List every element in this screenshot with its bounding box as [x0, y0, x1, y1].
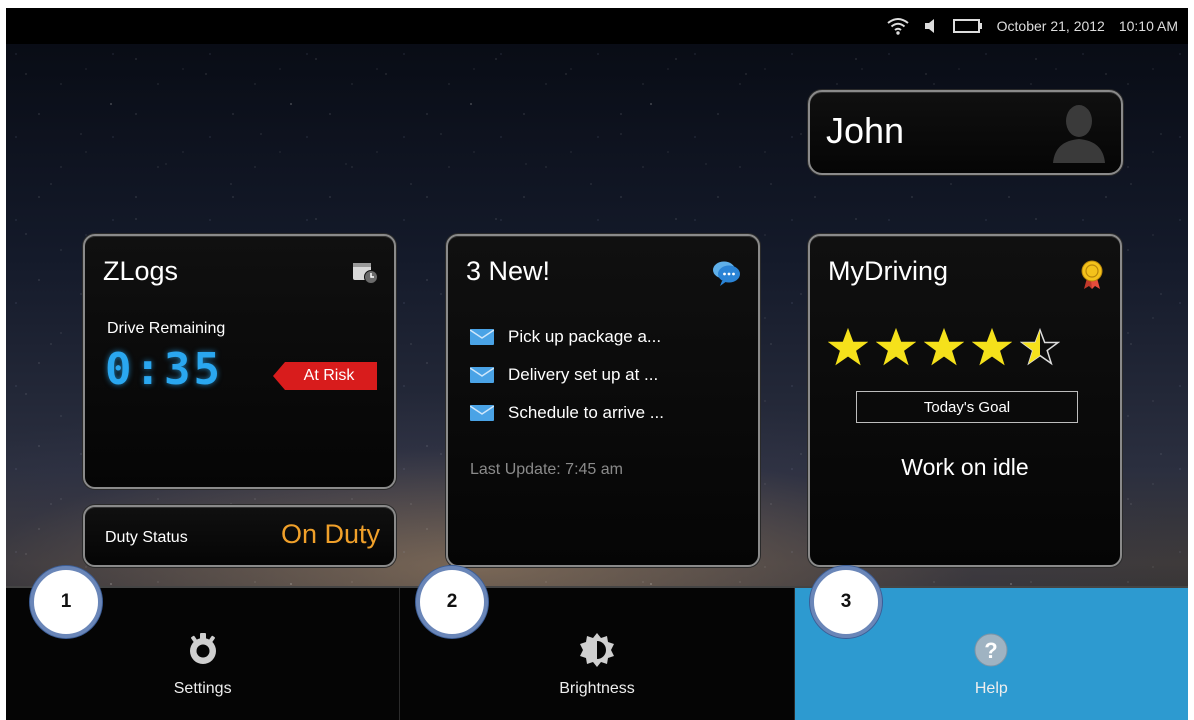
- envelope-icon: [470, 367, 494, 383]
- callout-3: 3: [810, 566, 882, 638]
- mydriving-card[interactable]: MyDriving Today's Goal Work on idle: [808, 234, 1122, 567]
- calendar-clock-icon: [352, 260, 378, 288]
- message-text: Delivery set up at ...: [508, 365, 659, 384]
- envelope-icon: [470, 329, 494, 345]
- message-item[interactable]: Schedule to arrive ...: [470, 394, 664, 432]
- drive-remaining-clock: 0:35: [105, 344, 223, 395]
- wifi-icon: [887, 17, 909, 35]
- message-text: Schedule to arrive ...: [508, 403, 664, 422]
- todays-goal-box: Today's Goal: [856, 391, 1078, 423]
- speaker-icon: [923, 18, 939, 34]
- user-name: John: [826, 110, 905, 151]
- status-time: 10:10 AM: [1118, 18, 1178, 34]
- message-text: Pick up package a...: [508, 327, 662, 346]
- todays-goal-label: Today's Goal: [923, 398, 1011, 416]
- tablet-screen: October 21, 2012 10:10 AM John ZLogs Dri…: [6, 8, 1188, 720]
- status-date: October 21, 2012: [996, 18, 1105, 34]
- star-full-icon: [876, 328, 916, 366]
- battery-icon: [952, 19, 983, 33]
- brightness-label: Brightness: [559, 680, 635, 697]
- message-list: Pick up package a... Delivery set up at …: [470, 318, 664, 432]
- duty-status-label: Duty Status: [105, 529, 188, 546]
- help-icon: ?: [973, 632, 1009, 668]
- user-profile-card[interactable]: John: [808, 90, 1123, 175]
- drive-remaining-label: Drive Remaining: [107, 320, 226, 337]
- callout-1: 1: [30, 566, 102, 638]
- message-item[interactable]: Pick up package a...: [470, 318, 664, 356]
- status-bar: October 21, 2012 10:10 AM: [6, 8, 1188, 44]
- zlogs-title: ZLogs: [103, 256, 179, 286]
- star-full-icon: [924, 328, 964, 366]
- at-risk-badge: At Risk: [273, 362, 377, 390]
- goal-text: Work on idle: [901, 454, 1029, 480]
- svg-text:?: ?: [985, 638, 998, 663]
- award-medal-icon: [1080, 260, 1104, 294]
- message-item[interactable]: Delivery set up at ...: [470, 356, 664, 394]
- bottom-nav-bar: Settings Brightness ? Help: [6, 586, 1188, 720]
- messages-title: 3 New!: [466, 256, 551, 286]
- star-full-icon: [972, 328, 1012, 366]
- mydriving-title: MyDriving: [828, 256, 949, 286]
- star-rating: [828, 328, 1060, 366]
- brightness-icon: [579, 632, 615, 668]
- help-label: Help: [974, 680, 1008, 697]
- chat-bubble-icon: [712, 260, 742, 290]
- star-full-icon: [828, 328, 868, 366]
- zlogs-card[interactable]: ZLogs Drive Remaining 0:35 At Risk: [83, 234, 396, 489]
- user-silhouette-icon: [1051, 101, 1107, 167]
- gear-icon: [185, 632, 221, 668]
- messages-card[interactable]: 3 New! Pick up package a... Delivery set…: [446, 234, 760, 567]
- envelope-icon: [470, 405, 494, 421]
- callout-2: 2: [416, 566, 488, 638]
- duty-status-card[interactable]: Duty Status On Duty: [83, 505, 396, 567]
- duty-status-value: On Duty: [280, 519, 380, 549]
- last-update-text: Last Update: 7:45 am: [470, 461, 623, 478]
- settings-label: Settings: [173, 680, 232, 697]
- star-half-icon: [1020, 328, 1060, 366]
